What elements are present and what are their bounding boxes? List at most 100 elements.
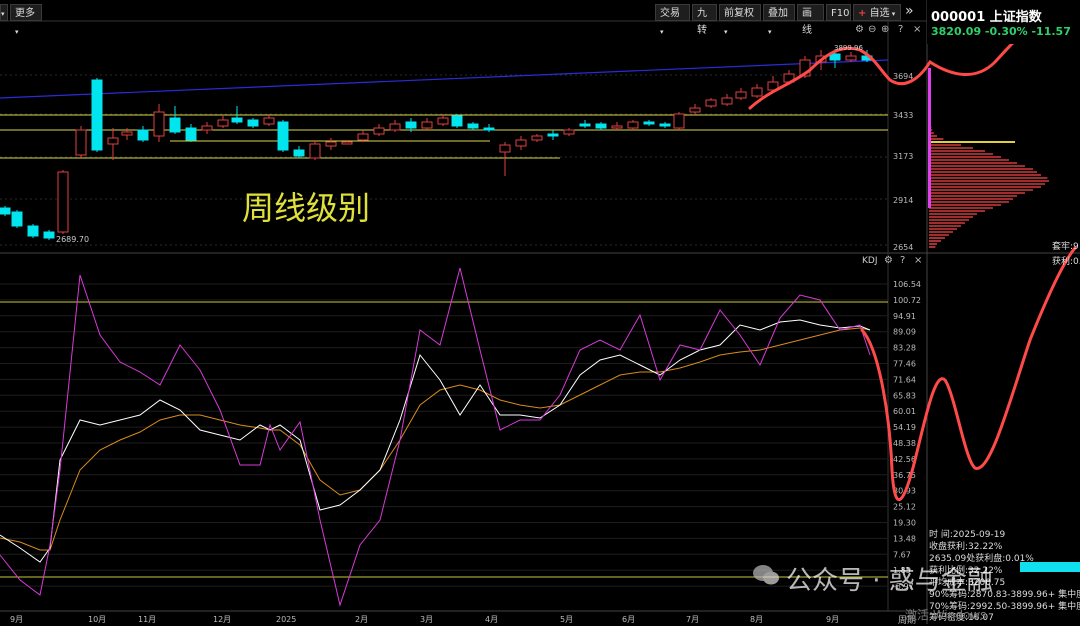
time-tick: 12月: [213, 615, 231, 624]
candle-body: [185, 127, 197, 141]
price-tick: 3173: [893, 152, 913, 161]
chevron-down-icon: ▾: [724, 28, 728, 36]
toolbar-f10-button[interactable]: F10: [826, 4, 851, 21]
candle-body: [231, 117, 243, 123]
candle-body: [451, 115, 463, 127]
candle-body: [563, 129, 575, 135]
candle-body: [659, 123, 671, 127]
f10-label: F10: [831, 8, 850, 19]
candle-body: [325, 141, 337, 147]
adjust-label: 前复权: [724, 8, 754, 19]
zoom-in-icon[interactable]: ⊕: [881, 24, 889, 35]
candle-body: [11, 211, 23, 227]
close-icon[interactable]: ×: [913, 24, 921, 35]
candle-body: [499, 144, 511, 153]
candle-body: [483, 127, 495, 131]
candle-body: [373, 127, 385, 135]
kdj-tick: 100.72: [893, 296, 921, 305]
candle-body: [845, 55, 857, 61]
kdj-tick: 42.56: [893, 455, 916, 464]
toolbar-fav-button[interactable]: + 自选 ▾: [853, 4, 901, 21]
time-tick: 8月: [750, 615, 763, 624]
candle-body: [673, 113, 685, 129]
candle-body: [735, 91, 747, 99]
price-tick: 2654: [893, 243, 913, 252]
candle-body: [705, 99, 717, 107]
candle-body: [27, 225, 39, 237]
candle-body: [137, 129, 149, 141]
wechat-icon: [753, 565, 779, 585]
toolbar-adjust-button[interactable]: 前复权 ▾: [719, 4, 761, 36]
kdj-tick: 60.01: [893, 407, 916, 416]
kdj-tick: 13.48: [893, 534, 916, 543]
kdj-help-icon[interactable]: ?: [900, 255, 905, 266]
kdj-close-icon[interactable]: ×: [914, 255, 922, 266]
candle-body: [75, 129, 87, 156]
time-tick: 6月: [622, 615, 635, 624]
time-tick: 9月: [10, 615, 23, 624]
candle-body: [277, 121, 289, 151]
index-title: 000001 上证指数: [931, 10, 1042, 25]
kdj-k-line: [0, 319, 871, 563]
price-tick: 2914: [893, 196, 913, 205]
candle-body: [515, 139, 527, 147]
candle-body: [357, 133, 369, 141]
menu-button-left[interactable]: ▾: [0, 4, 8, 21]
more-button[interactable]: 更多 ▾: [10, 4, 42, 36]
chevron-down-icon: ▾: [768, 28, 772, 36]
time-tick: 2025: [276, 615, 296, 624]
toolbar-trade-button[interactable]: 交易 ▾: [655, 4, 690, 36]
time-tick: 7月: [686, 615, 699, 624]
candle-body: [611, 125, 623, 129]
low-price-label: 2689.70: [56, 235, 90, 244]
trade-label: 交易: [660, 8, 680, 19]
zoom-out-icon[interactable]: ⊖: [868, 24, 876, 35]
candle-body: [169, 117, 181, 133]
candle-body: [91, 79, 103, 151]
kdj-tick: 19.30: [893, 519, 916, 528]
trapped-label: 套牢:9: [1052, 242, 1079, 252]
kdj-tick: 106.54: [893, 280, 921, 289]
time-tick: 3月: [420, 615, 433, 624]
candle-body: [247, 119, 259, 127]
candle-body: [547, 133, 559, 137]
settings-icon[interactable]: ⚙: [855, 24, 864, 35]
candle-body: [293, 149, 305, 157]
chevron-down-icon: ▾: [660, 28, 664, 36]
candle-body: [721, 97, 733, 105]
price-tick: 3433: [893, 111, 913, 120]
candle-body: [43, 231, 55, 239]
kdj-tick: 83.28: [893, 344, 916, 353]
kdj-tick: 7.67: [893, 550, 911, 559]
kdj-tick: 94.91: [893, 312, 916, 321]
help-icon[interactable]: ?: [898, 24, 903, 35]
candle-body: [405, 121, 417, 129]
index-quote: 3820.09 -0.30% -11.57: [931, 25, 1071, 38]
annotation-weekly: 周线级别: [242, 189, 371, 227]
kdj-d-line: [0, 327, 871, 551]
candle-body: [107, 137, 119, 145]
candle-body: [153, 111, 165, 137]
candle-body: [579, 123, 591, 127]
chevron-down-icon: ▾: [15, 28, 19, 36]
kdj-tick: 65.83: [893, 391, 916, 400]
time-tick: 5月: [560, 615, 573, 624]
toolbar-overlay-button[interactable]: 叠加 ▾: [763, 4, 795, 36]
kdj-tick: 89.09: [893, 328, 916, 337]
kdj-tick: 54.19: [893, 423, 916, 432]
kdj-settings-icon[interactable]: ⚙: [884, 255, 893, 266]
draw-label: 画线: [802, 8, 812, 36]
candles-group: [0, 50, 873, 240]
time-axis: 9月 10月 11月 12月 2025 2月 3月 4月 5月 6月 7月 8月 9月: [10, 615, 839, 624]
candle-body: [421, 121, 433, 129]
candle-body: [627, 121, 639, 129]
toolbar-draw-button[interactable]: 画线: [797, 4, 824, 36]
toolbar-nine-button[interactable]: 九转: [692, 4, 717, 36]
stock-chart-canvas[interactable]: 3694 3433 3173 2914 2654 106.54 100.72 94.91 89…: [0, 0, 1080, 624]
double-chevron-right-icon[interactable]: »: [905, 3, 914, 19]
plus-icon: +: [858, 8, 867, 19]
high-price-label: 3899.96: [834, 44, 863, 52]
chip-distribution: [929, 123, 1049, 248]
candle-body: [389, 123, 401, 131]
kdj-tick: 71.64: [893, 375, 916, 384]
